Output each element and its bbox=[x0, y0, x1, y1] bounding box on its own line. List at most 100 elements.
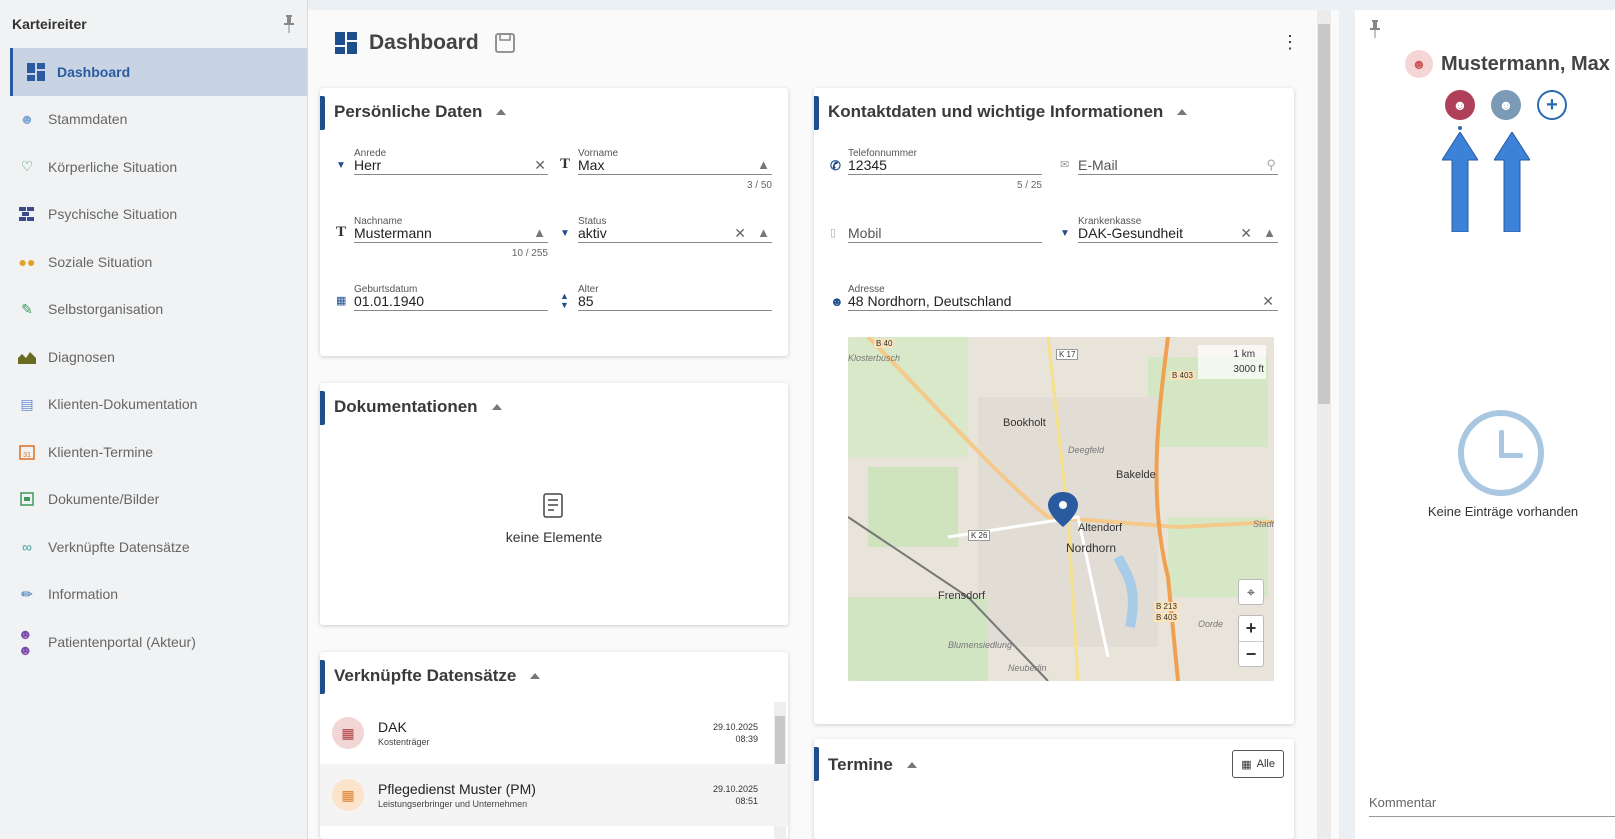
avatar: ☻ bbox=[1405, 50, 1433, 78]
main-scrollbar[interactable] bbox=[1317, 10, 1331, 839]
collapse-icon[interactable] bbox=[491, 404, 502, 410]
clear-icon[interactable]: ✕ bbox=[1240, 225, 1252, 242]
map-label: Blumensiedlung bbox=[948, 640, 1013, 650]
phone-icon: ✆ bbox=[830, 158, 841, 173]
dropdown-caret-icon[interactable]: ▼ bbox=[560, 228, 570, 239]
field-value: 85 bbox=[578, 293, 594, 309]
sidebar-item-label: Stammdaten bbox=[48, 111, 128, 128]
address-map[interactable]: 1 km 3000 ft Bookholt Bakelde Altendorf N… bbox=[848, 337, 1274, 681]
brick-icon bbox=[18, 205, 36, 223]
sidebar-item-psychische-situation[interactable]: Psychische Situation bbox=[0, 191, 307, 239]
stepper-icon[interactable]: ▲ ▼ bbox=[560, 292, 569, 310]
zoom-in-button[interactable]: + bbox=[1239, 616, 1263, 642]
calendar-icon[interactable]: ▦ bbox=[336, 294, 346, 307]
char-counter: 3 / 50 bbox=[746, 180, 772, 191]
list-item[interactable]: ▦ DAK Kostenträger 29.10.2025 08:39 bbox=[320, 702, 788, 764]
scrollbar-thumb[interactable] bbox=[1318, 24, 1330, 404]
map-label: Frensdorf bbox=[938, 590, 986, 602]
card-header: Persönliche Daten bbox=[320, 88, 788, 136]
dropdown-caret-icon[interactable]: ▼ bbox=[1060, 228, 1070, 239]
personal-data-card: Persönliche Daten Anrede ▼ Herr ✕ Vornam… bbox=[320, 88, 788, 356]
adresse-field[interactable]: Adresse ☻ 48 Nordhorn, Deutschland ✕ bbox=[830, 284, 1278, 324]
sidebar-item-soziale-situation[interactable]: ●● Soziale Situation bbox=[0, 238, 307, 286]
documentations-card: Dokumentationen keine Elemente bbox=[320, 383, 788, 625]
comment-input[interactable]: Kommentar bbox=[1369, 795, 1615, 817]
sidebar-item-stammdaten[interactable]: ☻ Stammdaten bbox=[0, 96, 307, 144]
nachname-field[interactable]: Nachname T Mustermann ▲ 10 / 255 bbox=[336, 216, 548, 266]
sidebar-title: Karteireiter bbox=[12, 16, 87, 32]
search-icon[interactable]: ⚲ bbox=[1266, 157, 1276, 173]
sidebar-item-verknuepfte-datensaetze[interactable]: ∞ Verknüpfte Datensätze bbox=[0, 523, 307, 571]
card-header: Termine bbox=[814, 739, 1294, 791]
empty-state: keine Elemente bbox=[320, 493, 788, 545]
sidebar-item-label: Information bbox=[48, 586, 119, 603]
clear-icon[interactable]: ✕ bbox=[1262, 293, 1274, 310]
dashboard-icon bbox=[335, 31, 357, 54]
sidebar-item-label: Dokumente/Bilder bbox=[48, 491, 160, 508]
dropdown-caret-icon[interactable]: ▼ bbox=[336, 160, 346, 171]
map-label: Bookholt bbox=[1003, 417, 1046, 429]
map-label: Neuberlin bbox=[1008, 663, 1047, 673]
collapse-icon[interactable] bbox=[1177, 109, 1188, 115]
alter-field[interactable]: Alter ▲ ▼ 85 bbox=[560, 284, 772, 324]
char-counter: 5 / 25 bbox=[1016, 180, 1042, 191]
collapse-icon[interactable] bbox=[530, 673, 541, 679]
text-type-icon: T bbox=[560, 156, 571, 172]
mobil-field[interactable]: ▯ Mobil bbox=[830, 216, 1042, 256]
card-title: Termine bbox=[828, 755, 893, 774]
field-value: 48 Nordhorn, Deutschland bbox=[848, 293, 1012, 309]
client-profile-button[interactable]: ☻ bbox=[1445, 90, 1475, 120]
sidebar-item-information[interactable]: ✏ Information bbox=[0, 571, 307, 619]
pin-icon[interactable] bbox=[283, 15, 295, 33]
sidebar-item-dokumente-bilder[interactable]: Dokumente/Bilder bbox=[0, 476, 307, 524]
collapse-icon[interactable] bbox=[906, 762, 917, 768]
map-label: Altendorf bbox=[1078, 522, 1123, 534]
all-appointments-button[interactable]: ▦ Alle bbox=[1232, 750, 1284, 778]
clear-icon[interactable]: ✕ bbox=[734, 225, 746, 242]
sidebar-item-label: Klienten-Termine bbox=[48, 443, 154, 460]
collapse-icon[interactable] bbox=[496, 109, 507, 115]
locate-icon[interactable]: ⌖ bbox=[1238, 579, 1264, 605]
email-field[interactable]: ✉ E-Mail ⚲ bbox=[1060, 148, 1278, 188]
zoom-out-button[interactable]: − bbox=[1239, 642, 1263, 667]
chart-icon bbox=[18, 348, 36, 366]
empty-text: keine Elemente bbox=[505, 529, 603, 545]
building-icon: ▦ bbox=[332, 717, 364, 749]
button-label: Alle bbox=[1256, 758, 1275, 770]
sidebar-item-selbstorganisation[interactable]: ✎ Selbstorganisation bbox=[0, 286, 307, 334]
sidebar-item-klienten-termine[interactable]: 31 Klienten-Termine bbox=[0, 428, 307, 476]
add-button[interactable]: + bbox=[1537, 90, 1567, 120]
krankenkasse-field[interactable]: Krankenkasse ▼ DAK-Gesundheit ✕ ▲ bbox=[1060, 216, 1278, 256]
field-value: Mustermann bbox=[354, 225, 432, 241]
text-type-icon: T bbox=[336, 224, 347, 240]
users-icon: ☻☻ bbox=[18, 625, 33, 658]
sidebar-item-patientenportal[interactable]: ☻☻ Patientenportal (Akteur) bbox=[0, 618, 307, 666]
card-title: Persönliche Daten bbox=[334, 102, 483, 121]
more-menu-icon[interactable]: ⋮ bbox=[1281, 32, 1299, 53]
list-item[interactable]: ▦ Pflegedienst Muster (PM) Leistungserbr… bbox=[320, 764, 788, 826]
sidebar-item-label: Psychische Situation bbox=[48, 206, 178, 223]
status-field[interactable]: Status ▼ aktiv ✕ ▲ bbox=[560, 216, 772, 256]
map-label: Stadtf bbox=[1253, 519, 1274, 529]
zoom-controls: + − bbox=[1238, 615, 1264, 667]
geburtsdatum-field[interactable]: Geburtsdatum ▦ 01.01.1940 bbox=[336, 284, 548, 324]
sidebar-item-koerperliche-situation[interactable]: ♡ Körperliche Situation bbox=[0, 143, 307, 191]
annotation-arrow-icon bbox=[1442, 132, 1478, 232]
clear-icon[interactable]: ✕ bbox=[534, 157, 546, 174]
telefon-field[interactable]: Telefonnummer ✆ 12345 5 / 25 bbox=[830, 148, 1042, 198]
road-label: B 403 bbox=[1154, 613, 1179, 622]
map-canvas[interactable] bbox=[848, 337, 1274, 681]
pin-icon[interactable] bbox=[1369, 20, 1381, 38]
sidebar-item-diagnosen[interactable]: Diagnosen bbox=[0, 333, 307, 381]
sidebar-item-dashboard[interactable]: Dashboard bbox=[10, 48, 307, 96]
sidebar-item-klienten-dokumentation[interactable]: ▤ Klienten-Dokumentation bbox=[0, 381, 307, 429]
sidebar-item-label: Soziale Situation bbox=[48, 253, 153, 270]
map-label: Klosterbusch bbox=[848, 353, 901, 363]
anrede-field[interactable]: Anrede ▼ Herr ✕ bbox=[336, 148, 548, 188]
group-icon: ●● bbox=[18, 253, 36, 270]
save-icon[interactable] bbox=[494, 32, 515, 53]
field-placeholder: Mobil bbox=[848, 225, 882, 241]
vorname-field[interactable]: Vorname T Max ▲ 3 / 50 bbox=[560, 148, 772, 198]
contact-person-button[interactable]: ☻ bbox=[1491, 90, 1521, 120]
card-title: Kontaktdaten und wichtige Informationen bbox=[828, 102, 1164, 121]
